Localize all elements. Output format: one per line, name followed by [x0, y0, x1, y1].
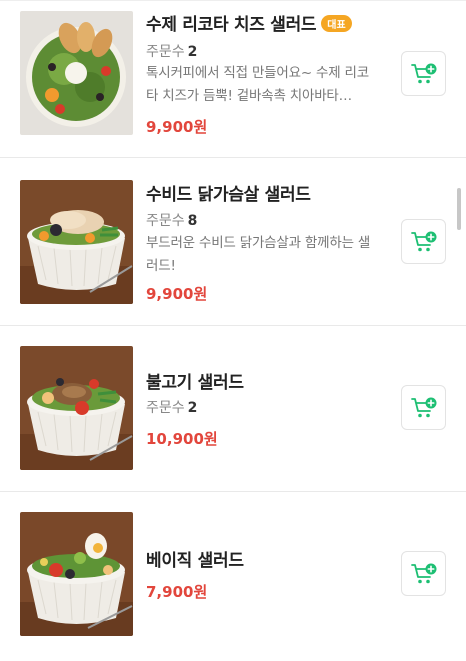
order-count: 주문수 2 [146, 41, 197, 61]
menu-item-name: 수제 리코타 치즈 샐러드 대표 [146, 10, 352, 35]
menu-item-price: 9,900원 [146, 118, 208, 136]
menu-item-name: 불고기 샐러드 [146, 373, 244, 393]
add-to-cart-button[interactable] [401, 219, 446, 264]
add-to-cart-button[interactable] [401, 51, 446, 96]
menu-item-title: 수제 리코타 치즈 샐러드 [146, 15, 317, 35]
menu-item-price: 9,900원 [146, 285, 208, 303]
menu-item-price: 10,900원 [146, 430, 218, 448]
order-count: 주문수 2 [146, 397, 197, 417]
order-count-value: 8 [187, 213, 198, 229]
menu-item-name: 수비드 닭가슴살 샐러드 [146, 185, 311, 205]
order-count-label: 주문수 [146, 400, 185, 416]
representative-badge: 대표 [321, 15, 352, 32]
chicken-salad-photo [20, 180, 133, 304]
menu-item-chicken-salad[interactable]: 수비드 닭가슴살 샐러드 주문수 8 부드러운 수비드 닭가슴살과 함께하는 샐러… [0, 158, 466, 325]
ricotta-salad-photo [20, 11, 133, 135]
menu-item-ricotta-salad[interactable]: 수제 리코타 치즈 샐러드 대표 주문수 2 톡시커피에서 직접 만들어요~ 수제 … [0, 0, 466, 157]
bulgogi-salad-photo [20, 346, 133, 470]
add-to-cart-icon [410, 563, 436, 583]
order-count-value: 2 [187, 44, 198, 60]
menu-item-price: 7,900원 [146, 583, 208, 601]
menu-item-name: 베이직 샐러드 [146, 551, 244, 571]
add-to-cart-button[interactable] [401, 551, 446, 596]
scrollbar-thumb[interactable] [457, 188, 461, 230]
add-to-cart-button[interactable] [401, 385, 446, 430]
add-to-cart-icon [410, 63, 436, 83]
order-count-label: 주문수 [146, 44, 185, 60]
menu-item-basic-salad[interactable]: 베이직 샐러드 7,900원 [0, 492, 466, 661]
add-to-cart-icon [410, 231, 436, 251]
menu-item-bulgogi-salad[interactable]: 불고기 샐러드 주문수 2 10,900원 [0, 326, 466, 491]
menu-list: 수제 리코타 치즈 샐러드 대표 주문수 2 톡시커피에서 직접 만들어요~ 수제 … [0, 0, 466, 661]
order-count: 주문수 8 [146, 210, 197, 230]
add-to-cart-icon [410, 397, 436, 417]
order-count-value: 2 [187, 400, 198, 416]
basic-salad-photo [20, 512, 133, 636]
order-count-label: 주문수 [146, 213, 185, 229]
menu-item-description: 부드러운 수비드 닭가슴살과 함께하는 샐러드! [146, 235, 371, 274]
menu-item-description: 톡시커피에서 직접 만들어요~ 수제 리코타 치즈가 듬뿍! 겉바속촉 치아바타… [146, 65, 369, 104]
